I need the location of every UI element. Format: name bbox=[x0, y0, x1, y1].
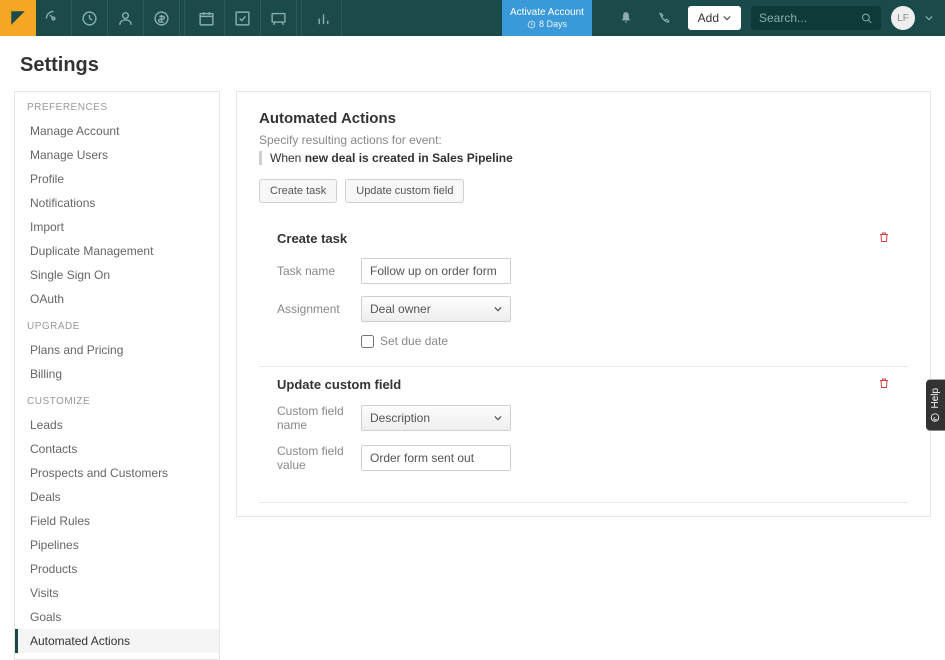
settings-sidebar: PREFERENCESManage AccountManage UsersPro… bbox=[14, 91, 220, 660]
activate-days: 8 Days bbox=[510, 19, 584, 31]
trash-icon[interactable] bbox=[878, 377, 890, 392]
activate-label: Activate Account bbox=[510, 6, 584, 19]
action-type-buttons: Create task Update custom field bbox=[259, 179, 908, 203]
communication-icon[interactable] bbox=[261, 0, 297, 36]
field-value-label: Custom field value bbox=[277, 444, 361, 472]
due-date-row: Set due date bbox=[361, 334, 890, 348]
sidebar-item-billing[interactable]: Billing bbox=[15, 362, 219, 386]
reports-icon[interactable] bbox=[306, 0, 342, 36]
sidebar-item-manage-account[interactable]: Manage Account bbox=[15, 119, 219, 143]
sidebar-item-single-sign-on[interactable]: Single Sign On bbox=[15, 263, 219, 287]
due-date-label: Set due date bbox=[380, 334, 448, 348]
sidebar-item-contacts[interactable]: Contacts bbox=[15, 437, 219, 461]
event-line: When new deal is created in Sales Pipeli… bbox=[259, 151, 908, 165]
task-name-label: Task name bbox=[277, 264, 361, 278]
sidebar-item-visits[interactable]: Visits bbox=[15, 581, 219, 605]
main-title: Automated Actions bbox=[259, 110, 908, 127]
sidebar-item-leads[interactable]: Leads bbox=[15, 413, 219, 437]
sidebar-item-oauth[interactable]: OAuth bbox=[15, 287, 219, 311]
chevron-down-icon[interactable] bbox=[925, 14, 933, 22]
sidebar-item-profile[interactable]: Profile bbox=[15, 167, 219, 191]
sidebar-item-automated-actions[interactable]: Automated Actions bbox=[15, 629, 219, 653]
main-subtitle: Specify resulting actions for event: bbox=[259, 133, 908, 147]
task-name-input[interactable] bbox=[361, 258, 511, 284]
update-field-title: Update custom field bbox=[277, 377, 401, 392]
sidebar-item-notifications[interactable]: Notifications bbox=[15, 191, 219, 215]
sidebar-item-field-rules[interactable]: Field Rules bbox=[15, 509, 219, 533]
deals-icon[interactable] bbox=[144, 0, 180, 36]
topbar-right: Add LF bbox=[612, 0, 945, 36]
assignment-label: Assignment bbox=[277, 302, 361, 316]
update-field-block: Update custom field Custom field name De… bbox=[259, 367, 908, 503]
contacts-icon[interactable] bbox=[108, 0, 144, 36]
sidebar-item-products[interactable]: Products bbox=[15, 557, 219, 581]
sidebar-item-pipelines[interactable]: Pipelines bbox=[15, 533, 219, 557]
create-task-title: Create task bbox=[277, 231, 347, 246]
sidebar-item-plans-and-pricing[interactable]: Plans and Pricing bbox=[15, 338, 219, 362]
sidebar-item-deals[interactable]: Deals bbox=[15, 485, 219, 509]
logo-icon[interactable] bbox=[0, 0, 36, 36]
sidebar-item-goals[interactable]: Goals bbox=[15, 605, 219, 629]
sidebar-heading: PREFERENCES bbox=[15, 92, 219, 119]
avatar[interactable]: LF bbox=[891, 6, 915, 30]
notifications-icon[interactable] bbox=[612, 4, 640, 32]
search-box[interactable] bbox=[751, 6, 881, 30]
update-field-btn[interactable]: Update custom field bbox=[345, 179, 464, 203]
add-button[interactable]: Add bbox=[688, 6, 741, 30]
assignment-select[interactable]: Deal owner bbox=[361, 296, 511, 322]
chevron-down-icon bbox=[494, 414, 502, 422]
due-date-checkbox[interactable] bbox=[361, 335, 374, 348]
topbar: Activate Account 8 Days Add LF bbox=[0, 0, 945, 36]
create-task-btn[interactable]: Create task bbox=[259, 179, 337, 203]
activate-account-banner[interactable]: Activate Account 8 Days bbox=[502, 0, 592, 36]
content: PREFERENCESManage AccountManage UsersPro… bbox=[0, 91, 945, 660]
page-title: Settings bbox=[0, 36, 945, 91]
sidebar-heading: CUSTOMIZE bbox=[15, 386, 219, 413]
activity-icon[interactable] bbox=[72, 0, 108, 36]
tasks-icon[interactable] bbox=[225, 0, 261, 36]
help-icon bbox=[931, 413, 941, 423]
chevron-down-icon bbox=[723, 14, 731, 22]
sidebar-item-prospects-and-customers[interactable]: Prospects and Customers bbox=[15, 461, 219, 485]
field-name-label: Custom field name bbox=[277, 404, 361, 432]
trash-icon[interactable] bbox=[878, 231, 890, 246]
field-value-input[interactable] bbox=[361, 445, 511, 471]
search-input[interactable] bbox=[759, 11, 861, 25]
phone-icon[interactable] bbox=[650, 4, 678, 32]
help-tab[interactable]: Help bbox=[926, 380, 945, 431]
sidebar-item-import[interactable]: Import bbox=[15, 215, 219, 239]
chevron-down-icon bbox=[494, 305, 502, 313]
search-icon bbox=[861, 12, 873, 25]
nav-icons bbox=[0, 0, 342, 36]
create-task-block: Create task Task name Assignment Deal ow… bbox=[259, 221, 908, 367]
sidebar-item-duplicate-management[interactable]: Duplicate Management bbox=[15, 239, 219, 263]
calendar-icon[interactable] bbox=[189, 0, 225, 36]
sidebar-item-manage-users[interactable]: Manage Users bbox=[15, 143, 219, 167]
main-panel: Automated Actions Specify resulting acti… bbox=[236, 91, 931, 517]
dashboard-icon[interactable] bbox=[36, 0, 72, 36]
field-name-select[interactable]: Description bbox=[361, 405, 511, 431]
sidebar-heading: UPGRADE bbox=[15, 311, 219, 338]
